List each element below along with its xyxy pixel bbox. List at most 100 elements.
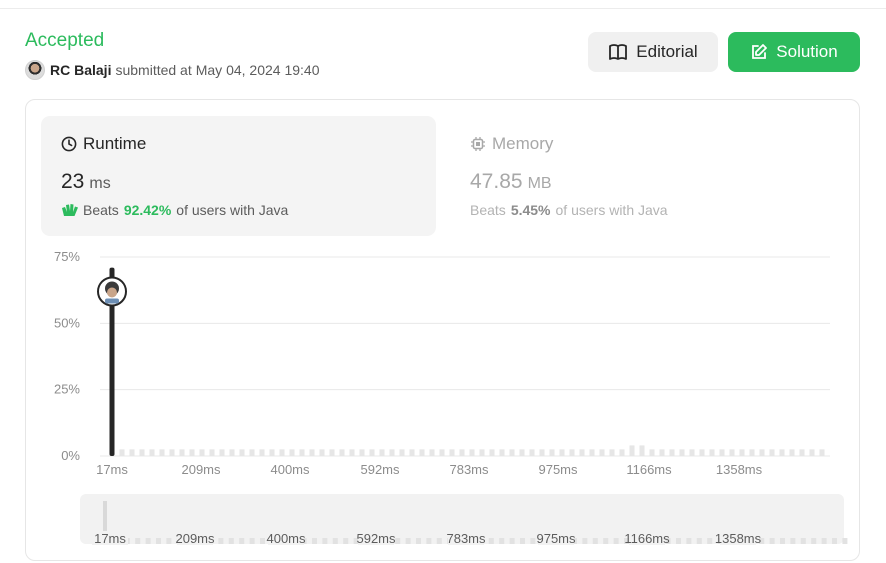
distribution-bar <box>639 445 645 456</box>
distribution-bar <box>739 449 745 456</box>
distribution-bar <box>219 449 225 456</box>
range-mini-bar <box>821 538 827 544</box>
distribution-bar <box>429 449 435 456</box>
range-mini-bar <box>800 538 806 544</box>
avatar-marker-face <box>107 287 117 298</box>
distribution-bar <box>329 449 335 456</box>
range-mini-bar <box>769 538 775 544</box>
y-tick-label: 25% <box>54 382 80 397</box>
distribution-bar <box>239 449 245 456</box>
range-tick-label: 1358ms <box>715 531 762 546</box>
y-tick-label: 75% <box>54 249 80 264</box>
range-mini-bar <box>218 538 224 544</box>
range-mini-bar <box>426 538 432 544</box>
range-mini-bar <box>842 538 848 544</box>
distribution-bar <box>489 449 495 456</box>
distribution-bar <box>599 449 605 456</box>
range-mini-bar <box>530 538 536 544</box>
range-mini-bar <box>239 538 245 544</box>
distribution-bar <box>799 449 805 456</box>
distribution-bar <box>229 449 235 456</box>
distribution-bar <box>129 449 135 456</box>
distribution-bar <box>729 449 735 456</box>
distribution-bar <box>769 449 775 456</box>
distribution-bar <box>209 449 215 456</box>
x-tick-label: 400ms <box>270 462 310 477</box>
distribution-bar <box>499 449 505 456</box>
distribution-bar <box>699 449 705 456</box>
distribution-bar <box>269 449 275 456</box>
distribution-bar <box>179 449 185 456</box>
range-mini-bar <box>156 538 161 544</box>
range-mini-bar <box>395 538 401 544</box>
distribution-bar <box>319 449 325 456</box>
distribution-bar <box>399 449 405 456</box>
distribution-bar <box>469 449 475 456</box>
distribution-bar <box>669 449 675 456</box>
range-mini-bar <box>343 538 349 544</box>
range-mini-bar <box>436 538 442 544</box>
distribution-bar <box>629 445 635 456</box>
distribution-bar <box>279 449 285 456</box>
distribution-bar <box>709 449 715 456</box>
distribution-bar <box>389 449 395 456</box>
range-tick-label: 592ms <box>356 531 396 546</box>
distribution-bar <box>719 449 725 456</box>
distribution-bar <box>589 449 595 456</box>
distribution-bar <box>649 449 655 456</box>
distribution-bar <box>339 449 345 456</box>
distribution-bar <box>379 449 385 456</box>
range-mini-bar <box>488 538 494 544</box>
range-mini-bar <box>416 538 421 544</box>
distribution-bar <box>439 449 445 456</box>
distribution-bar <box>459 449 465 456</box>
distribution-bar <box>249 449 255 456</box>
distribution-bar <box>749 449 755 456</box>
distribution-bar <box>139 449 145 456</box>
range-mini-bar <box>676 538 681 544</box>
distribution-bar <box>199 449 205 456</box>
distribution-bar <box>679 449 685 456</box>
range-mini-bar <box>613 538 619 544</box>
distribution-bar <box>549 449 555 456</box>
range-mini-bar <box>832 538 837 544</box>
distribution-bar <box>359 449 365 456</box>
distribution-bar <box>569 449 575 456</box>
x-tick-label: 209ms <box>181 462 221 477</box>
range-mini-bar <box>686 538 692 544</box>
x-tick-label: 17ms <box>96 462 128 477</box>
distribution-bar <box>369 449 375 456</box>
distribution-bar <box>539 449 545 456</box>
distribution-bar <box>189 449 195 456</box>
range-mini-bar <box>509 538 515 544</box>
x-tick-label: 1358ms <box>716 462 763 477</box>
distribution-bar <box>409 449 415 456</box>
runtime-distribution-chart: 75% 50% 25% 0% 17ms 209ms 400ms 592ms 783ms 975ms… <box>54 249 848 546</box>
distribution-bar <box>609 449 615 456</box>
x-tick-label: 592ms <box>360 462 400 477</box>
range-mini-bar <box>249 538 255 544</box>
distribution-bar <box>509 449 515 456</box>
range-mini-bar <box>520 538 525 544</box>
range-tick-label: 783ms <box>446 531 486 546</box>
range-mini-bar <box>582 538 588 544</box>
range-tick-label: 1166ms <box>624 531 670 546</box>
range-mini-bar <box>135 538 141 544</box>
range-mini-bar <box>499 538 505 544</box>
distribution-bar <box>309 449 315 456</box>
distribution-bar <box>659 449 665 456</box>
range-mini-bar <box>592 538 598 544</box>
range-tick-label: 17ms <box>94 531 126 546</box>
distribution-bar <box>449 449 455 456</box>
range-mini-bar <box>260 538 265 544</box>
avatar-marker-shirt <box>105 298 119 304</box>
range-mini-bar <box>312 538 317 544</box>
distribution-bar <box>809 449 815 456</box>
distribution-bar <box>579 449 585 456</box>
distribution-bar <box>789 449 795 456</box>
distribution-bar <box>119 449 125 456</box>
range-mini-bar <box>145 538 151 544</box>
range-tick-label: 209ms <box>175 531 215 546</box>
distribution-bar <box>289 449 295 456</box>
range-mini-bar <box>696 538 702 544</box>
